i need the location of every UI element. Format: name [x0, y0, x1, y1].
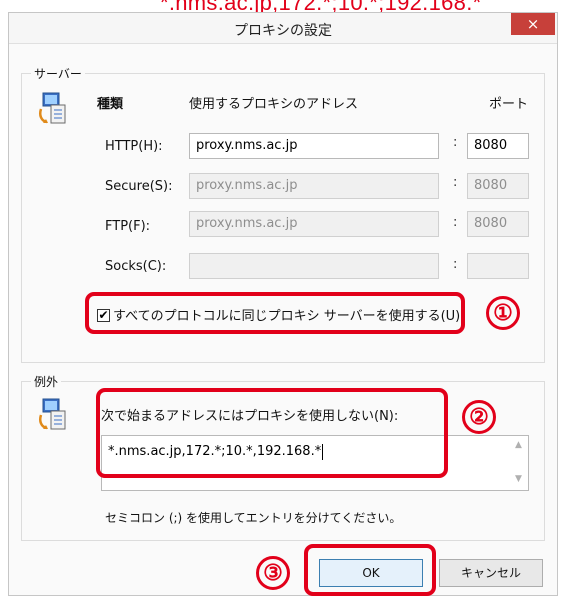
scroll-down-icon[interactable]: ▼ [515, 474, 522, 484]
exceptions-legend: 例外 [31, 373, 62, 390]
socks-port-input[interactable] [467, 253, 529, 279]
ftp-colon: : [453, 215, 458, 230]
secure-colon: : [453, 175, 458, 190]
ftp-address-input[interactable]: proxy.nms.ac.jp [189, 211, 439, 237]
http-address-input[interactable]: proxy.nms.ac.jp [189, 133, 439, 159]
annotation-box-3 [304, 544, 436, 596]
ftp-label: FTP(F): [105, 219, 151, 234]
annotation-box-2 [96, 388, 448, 478]
secure-port-input[interactable]: 8080 [467, 173, 529, 199]
network-computer-icon [39, 398, 66, 430]
secure-address-input[interactable]: proxy.nms.ac.jp [189, 173, 439, 199]
servers-legend: サーバー [31, 65, 85, 82]
secure-label: Secure(S): [105, 179, 173, 194]
socks-label: Socks(C): [105, 259, 167, 274]
socks-colon: : [453, 257, 458, 272]
socks-address-input[interactable] [189, 253, 439, 279]
annotation-marker-3: ③ [256, 556, 290, 590]
http-label: HTTP(H): [105, 139, 163, 154]
address-header: 使用するプロキシのアドレス [189, 97, 359, 112]
network-computer-icon [39, 92, 66, 124]
annotation-marker-1: ① [486, 296, 520, 330]
close-icon: × [526, 15, 540, 33]
http-port-input[interactable]: 8080 [467, 133, 529, 159]
title-bar: プロキシの設定 × [9, 13, 557, 44]
http-colon: : [453, 135, 458, 150]
annotation-box-1 [85, 292, 465, 334]
port-header: ポート [489, 97, 529, 112]
annotation-marker-2: ② [462, 400, 496, 434]
cancel-button[interactable]: キャンセル [439, 559, 543, 587]
dialog-title: プロキシの設定 [234, 23, 332, 39]
exceptions-hint: セミコロン (;) を使用してエントリを分けてください。 [105, 511, 402, 525]
close-button[interactable]: × [511, 13, 555, 35]
type-header: 種類 [97, 97, 124, 112]
exceptions-scrollbar[interactable]: ▲ ▼ [512, 436, 528, 490]
ftp-port-input[interactable]: 8080 [467, 211, 529, 237]
scroll-up-icon[interactable]: ▲ [515, 440, 522, 450]
